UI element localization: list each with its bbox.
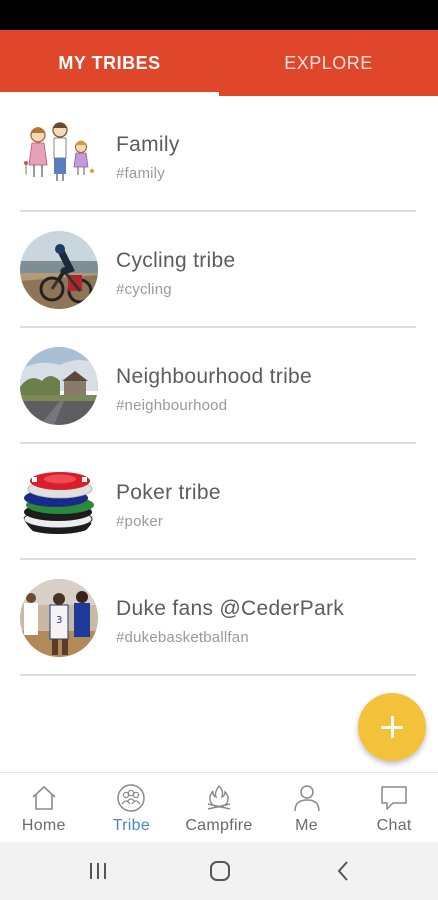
- chat-icon: [381, 786, 407, 810]
- recent-apps-button[interactable]: [85, 858, 111, 884]
- tribe-tag: #poker: [116, 513, 164, 530]
- tribe-name: Family: [116, 133, 180, 156]
- add-tribe-button[interactable]: [358, 693, 426, 761]
- nav-campfire[interactable]: Campfire: [175, 773, 263, 842]
- basketball-photo-avatar: 3: [20, 579, 98, 657]
- nav-chat[interactable]: Chat: [350, 773, 438, 842]
- cyclist-photo-avatar: [20, 231, 98, 309]
- tribe-tag: #neighbourhood: [116, 397, 228, 414]
- home-button[interactable]: [207, 858, 233, 884]
- tribe-icon: [117, 784, 146, 812]
- tribe-list: Family #family Cycling tribe #cycling Ne…: [0, 96, 438, 676]
- nav-home-label: Home: [21, 817, 66, 834]
- plus-icon: [381, 716, 403, 738]
- tab-explore-label: EXPLORE: [284, 52, 373, 73]
- nav-chat-label: Chat: [376, 817, 412, 834]
- home-circle-icon: [210, 861, 230, 881]
- tribe-row-cycling[interactable]: Cycling tribe #cycling: [0, 212, 438, 328]
- tab-my-tribes-label: MY TRIBES: [58, 52, 161, 73]
- tab-my-tribes[interactable]: MY TRIBES: [0, 30, 219, 96]
- nav-home[interactable]: Home: [0, 773, 88, 842]
- bottom-navigation: Home Tribe Campfire Me Chat: [0, 772, 438, 842]
- nav-campfire-label: Campfire: [185, 817, 253, 834]
- street-photo-avatar: [20, 347, 98, 425]
- tribe-tag: #family: [116, 165, 165, 182]
- status-bar: [0, 0, 438, 30]
- back-chevron-icon: [337, 861, 348, 881]
- tribe-name: Neighbourhood tribe: [116, 365, 313, 388]
- nav-me-label: Me: [295, 817, 318, 834]
- tribe-name: Cycling tribe: [116, 249, 236, 272]
- tribe-row-family[interactable]: Family #family: [0, 96, 438, 212]
- tribe-tag: #cycling: [116, 281, 172, 298]
- tribe-tag: #dukebasketballfan: [116, 629, 249, 646]
- person-icon: [293, 785, 320, 812]
- tab-explore[interactable]: EXPLORE: [219, 30, 438, 96]
- nav-me[interactable]: Me: [263, 773, 351, 842]
- campfire-icon: [207, 784, 231, 810]
- poker-chips-photo-avatar: [20, 463, 98, 541]
- tribe-name: Duke fans @CederPark: [116, 597, 345, 620]
- home-icon: [32, 785, 56, 810]
- tribe-row-poker[interactable]: Poker tribe #poker: [0, 444, 438, 560]
- tribe-row-neighbourhood[interactable]: Neighbourhood tribe #neighbourhood: [0, 328, 438, 444]
- recent-apps-icon: [90, 863, 106, 879]
- nav-tribe[interactable]: Tribe: [88, 773, 176, 842]
- nav-tribe-label: Tribe: [112, 817, 151, 834]
- top-tab-bar: MY TRIBES EXPLORE: [0, 30, 438, 96]
- family-drawing-avatar: [20, 115, 98, 193]
- svg-text:3: 3: [56, 615, 62, 626]
- back-button[interactable]: [330, 858, 356, 884]
- system-navigation-bar: [0, 842, 438, 900]
- tribe-row-duke-fans[interactable]: 3 Duke fans @CederPark #dukebasketballfa…: [0, 560, 438, 676]
- tribe-name: Poker tribe: [116, 481, 221, 504]
